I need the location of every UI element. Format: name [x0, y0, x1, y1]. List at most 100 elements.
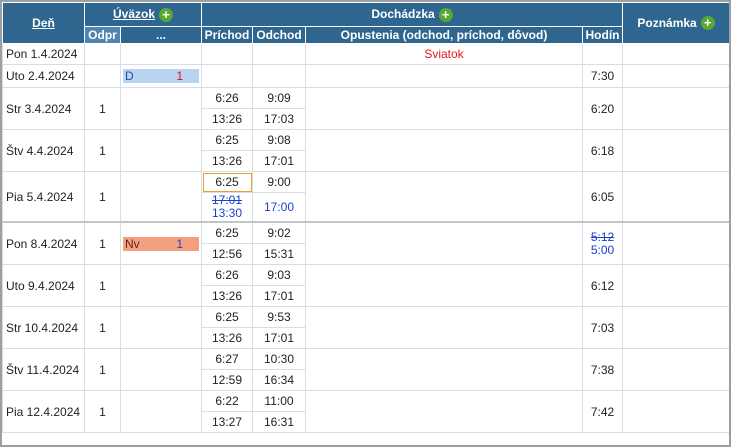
poznamka-cell[interactable] [622, 221, 729, 265]
prichod-cell[interactable] [201, 43, 253, 65]
uvazok-cell[interactable] [120, 43, 202, 65]
table-row[interactable]: Pon 1.4.2024 Sviatok [2, 43, 729, 65]
odchod-cell[interactable]: 9:53 [252, 306, 306, 328]
uvazok-cell[interactable] [120, 390, 202, 433]
odpr-cell: 1 [84, 348, 121, 391]
odchod-cell[interactable]: 9:03 [252, 264, 306, 286]
uvazok-cell[interactable] [120, 306, 202, 349]
opustenia-cell[interactable] [305, 221, 583, 265]
prichod-cell[interactable]: 12:59 [201, 369, 253, 391]
odpr-cell: 1 [84, 129, 121, 172]
uvazok-cell[interactable] [120, 129, 202, 172]
uvazok-cell[interactable]: Nv 1 [120, 221, 202, 265]
opustenia-cell[interactable] [305, 264, 583, 307]
table-row[interactable]: Uto 9.4.2024 1 6:26 9:03 6:12 [2, 264, 729, 307]
odchod-cell[interactable]: 9:09 [252, 87, 306, 109]
day-label: Pia 5.4.2024 [2, 171, 85, 223]
table-row[interactable]: Štv 4.4.2024 1 6:25 9:08 6:18 [2, 129, 729, 172]
prichod-cell[interactable]: 13:26 [201, 327, 253, 349]
col-header-hodin: Hodín [581, 26, 624, 44]
odchod-cell[interactable]: 9:02 [252, 221, 306, 244]
odchod-cell-edited[interactable]: 17:00 [252, 192, 306, 223]
prichod-cell[interactable]: 6:26 [201, 264, 253, 286]
hodin-cell: 7:30 [581, 64, 624, 88]
prichod-cell[interactable]: 13:26 [201, 108, 253, 130]
prichod-cell[interactable]: 13:27 [201, 411, 253, 433]
opustenia-cell[interactable] [305, 390, 583, 433]
opustenia-cell[interactable] [305, 129, 583, 172]
table-row[interactable]: Pia 5.4.2024 1 6:25 9:00 6:05 [2, 171, 729, 223]
opustenia-cell[interactable] [305, 64, 583, 88]
odpr-cell [84, 43, 121, 65]
odchod-cell[interactable]: 10:30 [252, 348, 306, 370]
poznamka-cell[interactable] [622, 64, 729, 88]
odpr-cell: 1 [84, 221, 121, 265]
odchod-cell[interactable]: 9:08 [252, 129, 306, 151]
opustenia-cell[interactable] [305, 306, 583, 349]
add-dochadzka-icon[interactable]: + [438, 7, 453, 22]
poznamka-cell[interactable] [622, 348, 729, 391]
poznamka-cell[interactable] [622, 43, 729, 65]
uvazok-cell[interactable]: D1 [120, 64, 202, 88]
poznamka-cell[interactable] [622, 87, 729, 130]
prichod-cell[interactable]: 6:25 [201, 306, 253, 328]
col-header-den[interactable]: Deň [2, 2, 85, 44]
hodin-old-value: 5:12 [590, 229, 615, 244]
prichod-cell[interactable]: 6:26 [201, 87, 253, 109]
col-header-dochadzka: Dochádzka + [200, 2, 624, 27]
prichod-cell[interactable]: 12:56 [201, 243, 253, 265]
uvazok-cell[interactable] [120, 264, 202, 307]
opustenia-cell[interactable] [305, 171, 583, 223]
odchod-cell[interactable]: 16:31 [252, 411, 306, 433]
absence-bar-nv[interactable]: Nv 1 [123, 236, 199, 251]
table-row[interactable]: Pon 8.4.2024 1 Nv 1 6:25 9:02 5:12 5:00 [2, 221, 729, 265]
prichod-cell[interactable]: 6:25 [201, 221, 253, 244]
day-label: Štv 11.4.2024 [2, 348, 85, 391]
add-poznamka-icon[interactable]: + [700, 16, 715, 31]
odchod-cell[interactable]: 17:03 [252, 108, 306, 130]
add-uvazok-icon[interactable]: + [159, 7, 174, 22]
table-row[interactable]: Str 10.4.2024 1 6:25 9:53 7:03 [2, 306, 729, 349]
prichod-cell[interactable]: 6:22 [201, 390, 253, 412]
poznamka-cell[interactable] [622, 306, 729, 349]
absence-bar-d[interactable]: D1 [123, 69, 199, 83]
odchod-cell[interactable]: 11:00 [252, 390, 306, 412]
poznamka-cell[interactable] [622, 264, 729, 307]
odchod-cell[interactable]: 16:34 [252, 369, 306, 391]
prichod-cell[interactable]: 6:27 [201, 348, 253, 370]
attendance-grid: Deň Úväzok + Dochádzka + Poznámka + Odpr ..… [0, 0, 731, 447]
hodin-cell [581, 43, 624, 65]
uvazok-cell[interactable] [120, 87, 202, 130]
odpr-cell: 1 [84, 306, 121, 349]
col-header-poznamka: Poznámka + [622, 2, 729, 44]
poznamka-cell[interactable] [622, 171, 729, 223]
hodin-cell: 6:18 [581, 129, 624, 172]
hodin-cell: 7:38 [581, 348, 624, 391]
day-label: Pon 1.4.2024 [2, 43, 85, 65]
uvazok-cell[interactable] [120, 171, 202, 223]
prichod-cell-edited[interactable]: 17:01 13:30 [201, 192, 253, 223]
poznamka-cell[interactable] [622, 390, 729, 433]
table-row[interactable]: Uto 2.4.2024 D1 7:30 [2, 64, 729, 88]
prichod-cell[interactable] [201, 64, 253, 88]
uvazok-cell[interactable] [120, 348, 202, 391]
table-row[interactable]: Štv 11.4.2024 1 6:27 10:30 7:38 [2, 348, 729, 391]
prichod-cell[interactable]: 6:25 [201, 129, 253, 151]
odchod-cell[interactable]: 17:01 [252, 285, 306, 307]
odchod-cell[interactable]: 17:01 [252, 150, 306, 172]
odchod-cell[interactable]: 17:01 [252, 327, 306, 349]
opustenia-cell[interactable] [305, 87, 583, 130]
table-row[interactable]: Str 3.4.2024 1 6:26 9:09 6:20 [2, 87, 729, 130]
prichod-cell[interactable]: 13:26 [201, 150, 253, 172]
poznamka-cell[interactable] [622, 129, 729, 172]
day-label: Str 3.4.2024 [2, 87, 85, 130]
prichod-cell-selected[interactable]: 6:25 [201, 171, 253, 193]
opustenia-cell[interactable] [305, 348, 583, 391]
prichod-cell[interactable]: 13:26 [201, 285, 253, 307]
col-header-dots[interactable]: ... [120, 26, 202, 44]
odchod-cell[interactable]: 9:00 [252, 171, 306, 193]
odchod-cell[interactable] [252, 64, 306, 88]
table-row[interactable]: Pia 12.4.2024 1 6:22 11:00 7:42 [2, 390, 729, 433]
odchod-cell[interactable]: 15:31 [252, 243, 306, 265]
odchod-cell[interactable] [252, 43, 306, 65]
